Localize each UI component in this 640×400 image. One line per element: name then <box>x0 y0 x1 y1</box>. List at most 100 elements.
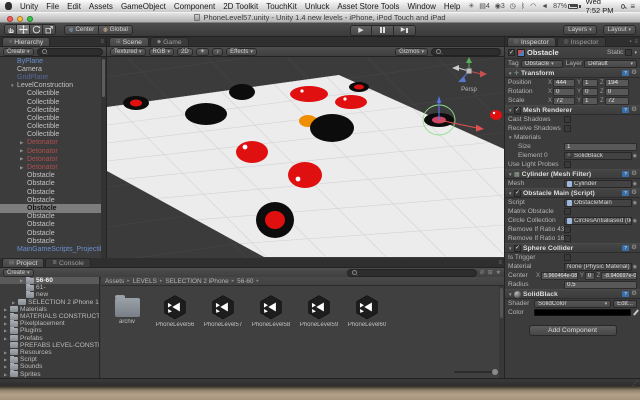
space-toggle-button[interactable]: ◍Global <box>99 25 133 35</box>
foldout-icon[interactable]: ▶ <box>20 156 27 162</box>
element0-object-field[interactable]: SolidBlack <box>564 152 632 160</box>
breadcrumb-item[interactable]: Assets <box>105 278 124 285</box>
search-by-type-icon[interactable]: ⊘ <box>480 269 485 276</box>
script-header[interactable]: ▼ ✓ Obstacle Main (Script) ?⚙ <box>505 188 640 198</box>
assets-scrollbar[interactable] <box>499 286 504 378</box>
zoom-button[interactable] <box>27 16 33 22</box>
hierarchy-item[interactable]: Camera <box>0 65 101 73</box>
hierarchy-item[interactable]: Obstacle <box>0 229 101 237</box>
folder-tree-item[interactable]: PREFABS LEVEL-CONSTRU <box>0 342 99 349</box>
asset-item[interactable]: archiv <box>107 294 147 366</box>
window-manager-icon[interactable]: ▤4 <box>479 2 490 10</box>
x-field[interactable]: 444 <box>553 79 575 87</box>
obstacle-black-top[interactable] <box>229 84 255 100</box>
physic-material-field[interactable]: None (Physic Material) <box>564 263 632 271</box>
foldout-icon[interactable]: ▶ <box>20 165 27 171</box>
object-picker-icon[interactable]: ◉ <box>633 218 637 224</box>
collectible-red-small-right[interactable] <box>490 110 502 120</box>
scene-lighting-toggle[interactable]: ☀ <box>196 48 209 56</box>
hierarchy-item[interactable]: Obstacle <box>0 196 101 204</box>
sphere-collider-header[interactable]: ▼ ✓ Sphere Collider ?⚙ <box>505 243 640 253</box>
tag-dropdown[interactable]: Obstacle▾ <box>521 60 563 68</box>
cast-shadows-checkbox[interactable] <box>564 116 571 123</box>
menu-item[interactable]: TouchKit <box>266 2 297 11</box>
menu-clock[interactable]: Wed 7:52 PM <box>586 0 617 15</box>
x-field[interactable]: 0 <box>553 88 575 96</box>
folder-tree-item[interactable]: ▶ Resources <box>0 349 99 356</box>
scale-tool-button[interactable] <box>43 24 56 35</box>
folder-tree-item[interactable]: ▶ MATERIALS CONSTRUCTIO <box>0 313 99 320</box>
layer-dropdown[interactable]: Default▾ <box>584 60 637 68</box>
step-button[interactable]: ▶ <box>394 25 416 36</box>
collectible-red-sphere-left[interactable] <box>236 141 268 163</box>
search-by-label-icon[interactable]: ⊞ <box>488 269 493 276</box>
folder-tree-item[interactable]: new <box>0 291 99 298</box>
menu-item[interactable]: 2D Toolkit <box>223 2 258 11</box>
center-y-field[interactable]: 0 <box>585 272 595 280</box>
menu-item[interactable]: Unluck <box>305 2 329 11</box>
hierarchy-scrollbar[interactable] <box>101 57 106 258</box>
gear-icon[interactable]: ⚙ <box>631 291 637 298</box>
folder-tree-item[interactable]: ▶ SELECTION 2 iPhone 1 <box>0 299 99 306</box>
folder-tree-item[interactable]: ▶ Prefabs <box>0 335 99 342</box>
hierarchy-item[interactable]: ▶ Detonator <box>0 147 101 155</box>
help-icon[interactable]: ? <box>622 70 629 76</box>
add-component-button[interactable]: Add Component <box>529 325 617 336</box>
center-x-field[interactable]: 5.960464e-08 <box>541 272 578 280</box>
transform-header[interactable]: ▼ ✛ Transform ?⚙ <box>505 68 640 78</box>
z-field[interactable]: 0 <box>605 88 629 96</box>
folder-tree-item[interactable]: 61- <box>0 284 99 291</box>
y-field[interactable]: 1 <box>582 79 598 87</box>
menu-item[interactable]: Window <box>407 2 435 11</box>
hierarchy-item[interactable]: Obstacle <box>0 188 101 196</box>
menu-item[interactable]: Component <box>174 2 215 11</box>
tab-game[interactable]: ◆Game <box>150 37 189 46</box>
tab-scene[interactable]: ⊞Scene <box>109 37 149 46</box>
y-field[interactable]: 0 <box>582 88 598 96</box>
asset-item[interactable]: PhoneLevel60 <box>347 294 387 366</box>
layout-dropdown[interactable]: Layout▾ <box>603 25 636 35</box>
hierarchy-item[interactable]: MainGameScripts_Projectiles <box>0 245 101 253</box>
bluetooth-icon[interactable]: ᛒ <box>521 3 525 10</box>
spotlight-icon[interactable] <box>621 4 625 9</box>
hierarchy-item[interactable]: Collectible <box>0 106 101 114</box>
menu-item[interactable]: File <box>46 2 59 11</box>
favorites-icon[interactable]: ★ <box>496 269 501 276</box>
hierarchy-item[interactable]: ▶ Detonator <box>0 163 101 171</box>
2d-toggle-button[interactable]: 2D <box>177 48 193 56</box>
foldout-icon[interactable]: ▶ <box>20 140 27 146</box>
panel-menu-icon[interactable]: ≡ <box>100 39 104 45</box>
folder-tree-item[interactable]: ▶ Plugins <box>0 327 99 334</box>
help-icon[interactable]: ? <box>622 190 629 196</box>
menu-item[interactable]: Edit <box>67 2 81 11</box>
materials-size-field[interactable]: 1 <box>564 143 637 151</box>
component-enabled-checkbox[interactable]: ✓ <box>514 245 521 252</box>
move-tool-button[interactable] <box>17 24 30 35</box>
z-field[interactable]: 72 <box>605 97 629 105</box>
object-picker-icon[interactable]: ◉ <box>633 181 637 187</box>
render-mode-dropdown[interactable]: RGB▾ <box>149 48 175 56</box>
center-z-field[interactable]: -8.940697e-0 <box>601 272 637 280</box>
gear-icon[interactable]: ⚙ <box>631 70 637 77</box>
collectible-red-mid[interactable] <box>335 95 367 109</box>
asset-item[interactable]: PhoneLevel58 <box>251 294 291 366</box>
obstacle-black-large[interactable] <box>185 103 227 125</box>
foldout-icon[interactable]: ▶ <box>20 148 27 154</box>
breadcrumb-item[interactable]: 56-60 <box>237 278 253 285</box>
minimize-button[interactable] <box>17 16 23 22</box>
battery-indicator[interactable]: 87% <box>553 3 581 10</box>
breadcrumb-item[interactable]: SELECTION 2 iPhone <box>165 278 228 285</box>
pivot-toggle-button[interactable]: ◎Center <box>64 25 99 35</box>
foldout-icon[interactable]: ▼ <box>10 83 17 88</box>
scene-canvas[interactable]: Persp <box>107 57 504 258</box>
help-icon[interactable]: ? <box>622 107 629 113</box>
mesh-renderer-header[interactable]: ▼ ✓ Mesh Renderer ?⚙ <box>505 105 640 115</box>
tab-project[interactable]: ▤Project <box>2 258 44 267</box>
hierarchy-item[interactable]: Collectible <box>0 114 101 122</box>
hierarchy-item[interactable]: Collectible <box>0 123 101 131</box>
project-search-input[interactable] <box>347 269 477 277</box>
hierarchy-item[interactable]: Obstacle <box>0 213 101 221</box>
tab-hierarchy[interactable]: ≡Hierarchy <box>2 37 50 46</box>
breadcrumb-item[interactable]: LEVELS <box>133 278 157 285</box>
folder-tree-item[interactable]: ▶ 56-60 <box>0 277 99 284</box>
